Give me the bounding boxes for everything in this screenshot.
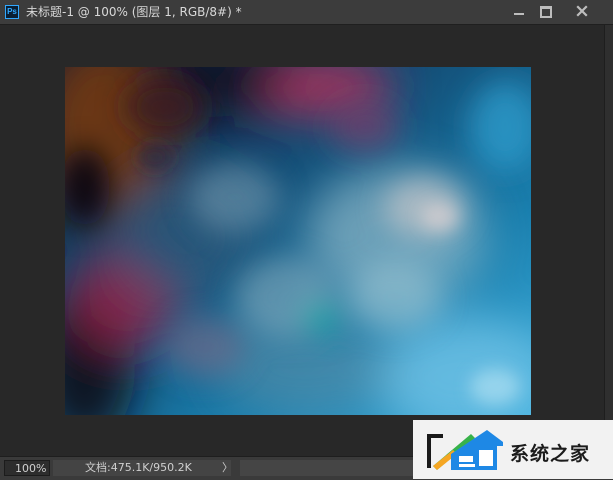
close-icon [576, 5, 588, 17]
clouds-image [65, 67, 531, 415]
document-canvas[interactable] [65, 67, 531, 415]
zoom-level-field[interactable]: 100% [4, 460, 50, 476]
document-size-info: 文档:475.1K/950.2K [53, 460, 231, 476]
horizontal-scrollbar[interactable] [240, 460, 415, 476]
chevron-right-icon[interactable]: 〉 [222, 460, 233, 476]
document-title: 未标题-1 @ 100% (图层 1, RGB/8#) * [26, 5, 242, 19]
title-bar[interactable]: Ps 未标题-1 @ 100% (图层 1, RGB/8#) * [0, 0, 613, 25]
watermark-badge: 系统之家 [413, 420, 613, 479]
photoshop-icon: Ps [5, 5, 19, 19]
minimize-button[interactable] [505, 2, 533, 20]
maximize-button[interactable] [531, 2, 559, 20]
photoshop-document-window: Ps 未标题-1 @ 100% (图层 1, RGB/8#) * 100% 文档… [0, 0, 613, 480]
house-logo-icon [427, 430, 503, 470]
close-button[interactable] [566, 2, 598, 20]
watermark-text: 系统之家 [510, 443, 591, 465]
vertical-scrollbar[interactable] [604, 25, 613, 457]
